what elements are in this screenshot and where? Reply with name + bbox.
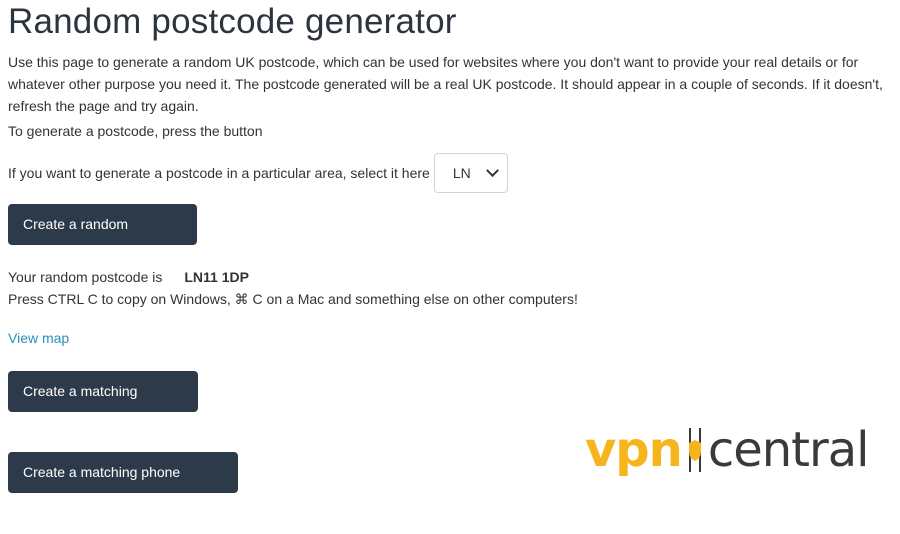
area-select-label: If you want to generate a postcode in a … — [8, 165, 430, 181]
intro-text: Use this page to generate a random UK po… — [8, 54, 883, 114]
logo-shield-icon — [688, 428, 701, 472]
view-map-link[interactable]: View map — [8, 330, 69, 346]
area-selector-row: If you want to generate a postcode in a … — [8, 153, 508, 193]
area-select[interactable]: LN — [433, 153, 508, 193]
postcode-result-label: Your random postcode is — [8, 269, 163, 285]
create-matching-address-button[interactable]: Create a matching address — [8, 371, 198, 440]
page-title: Random postcode generator — [8, 2, 457, 41]
create-random-postcode-button[interactable]: Create a random postcode — [8, 204, 197, 273]
chevron-down-icon — [485, 163, 499, 177]
area-select-value: LN — [452, 165, 471, 181]
postcode-result: Your random postcode is LN11 1DP Press CT… — [8, 266, 578, 310]
create-matching-phone-button[interactable]: Create a matching phone number — [8, 452, 238, 521]
instruction-text: To generate a postcode, press the button — [8, 123, 263, 139]
vpncentral-logo: vpn central — [585, 422, 870, 478]
logo-text-central: central — [707, 422, 870, 478]
copy-hint: Press CTRL C to copy on Windows, ⌘ C on … — [8, 291, 578, 307]
logo-text-vpn: vpn — [585, 422, 683, 478]
generated-postcode: LN11 1DP — [184, 269, 249, 285]
